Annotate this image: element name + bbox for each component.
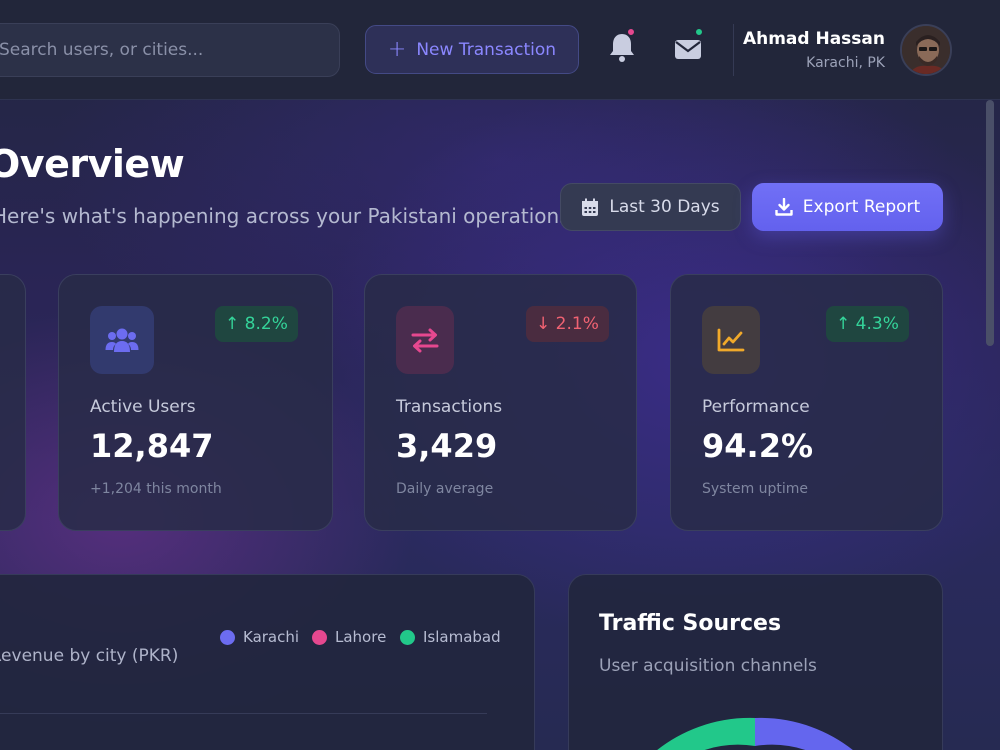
messages-button[interactable]: [673, 27, 705, 66]
new-transaction-label: New Transaction: [416, 39, 557, 60]
stat-card-active-users: ↑ 8.2% Active Users 12,847 +1,204 this m…: [58, 274, 333, 531]
legend-item-karachi: Karachi: [220, 628, 299, 646]
notification-dot: [626, 27, 636, 37]
traffic-panel-title: Traffic Sources: [599, 611, 782, 636]
legend-dot: [400, 629, 415, 645]
stat-label: Performance: [702, 397, 810, 417]
change-badge: ↑ 4.3%: [826, 306, 909, 342]
stat-card-transactions: ↓ 2.1% Transactions 3,429 Daily average: [364, 274, 637, 531]
donut-slice-1: [755, 717, 853, 750]
download-icon: [775, 198, 793, 216]
users-icon: [105, 328, 139, 352]
calendar-icon: [582, 198, 599, 216]
page-subtitle: Here's what's happening across your Paki…: [0, 204, 637, 228]
user-name: Ahmad Hassan: [742, 29, 885, 49]
search-box[interactable]: [0, 23, 340, 77]
user-location: Karachi, PK: [806, 55, 885, 71]
export-report-button[interactable]: Export Report: [752, 183, 943, 231]
revenue-panel-subtitle: Revenue by city (PKR): [0, 646, 179, 666]
traffic-panel-subtitle: User acquisition channels: [599, 656, 817, 676]
avatar-image: [902, 26, 950, 74]
arrow-up-icon: ↑: [225, 314, 245, 334]
avatar[interactable]: [900, 24, 952, 76]
arrow-down-icon: ↓: [536, 314, 556, 334]
new-transaction-button[interactable]: + New Transaction: [365, 25, 579, 74]
change-badge: ↓ 2.1%: [526, 306, 609, 342]
card-icon-box: [702, 306, 760, 374]
stat-card-partial: [0, 274, 26, 531]
page-title: Overview: [0, 142, 185, 186]
export-report-label: Export Report: [802, 197, 921, 217]
stat-footnote: Daily average: [396, 481, 494, 497]
transfer-icon: [411, 328, 439, 353]
card-icon-box: [396, 306, 454, 374]
plus-icon: +: [387, 36, 407, 62]
chart-gridline: [0, 713, 487, 714]
stat-footnote: System uptime: [702, 481, 809, 497]
traffic-donut-chart: [657, 717, 853, 750]
scrollbar[interactable]: [986, 100, 994, 346]
chart-line-icon: [717, 328, 745, 352]
legend-item-islamabad: Islamabad: [400, 628, 501, 646]
stat-card-performance: ↑ 4.3% Performance 94.2% System uptime: [670, 274, 943, 531]
stat-value: 3,429: [396, 427, 498, 465]
stat-value: 12,847: [90, 427, 214, 465]
date-range-button[interactable]: Last 30 Days: [560, 183, 741, 231]
stat-value: 94.2%: [702, 427, 814, 465]
message-dot: [694, 27, 704, 37]
arrow-up-icon: ↑: [836, 314, 856, 334]
header-divider: [733, 24, 734, 76]
stat-footnote: +1,204 this month: [90, 481, 222, 497]
donut-slice-2: [657, 717, 755, 750]
stat-label: Transactions: [396, 397, 503, 417]
notifications-button[interactable]: [607, 27, 639, 66]
card-icon-box: [90, 306, 154, 374]
legend-dot: [220, 629, 235, 645]
date-range-label: Last 30 Days: [609, 197, 720, 217]
legend-item-lahore: Lahore: [312, 628, 386, 646]
search-input[interactable]: [0, 40, 299, 60]
legend-dot: [312, 629, 327, 645]
stat-label: Active Users: [90, 397, 196, 417]
top-bar: + New Transaction Ahmad Hassan Karachi, …: [0, 0, 1000, 100]
change-badge: ↑ 8.2%: [215, 306, 298, 342]
